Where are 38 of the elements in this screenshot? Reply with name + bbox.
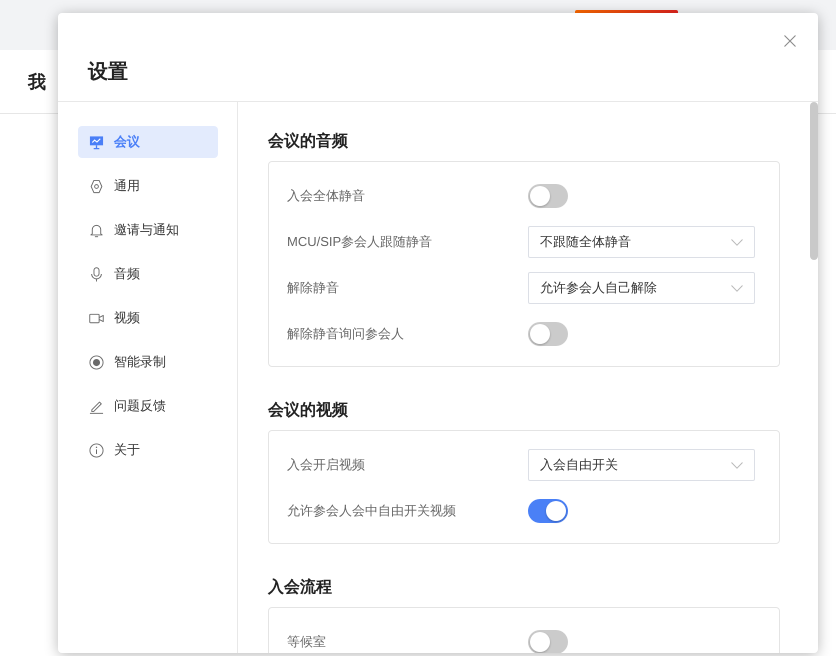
toggle-switch[interactable] [528,499,568,523]
toggle-switch[interactable] [528,322,568,346]
sidebar-item[interactable]: 视频 [78,302,218,334]
chevron-down-icon [731,284,743,292]
setting-label: 等候室 [287,633,327,651]
sidebar-item[interactable]: 智能录制 [78,346,218,378]
chevron-down-icon [731,462,743,468]
sidebar-item[interactable]: 通用 [78,170,218,202]
section-title: 会议的视频 [268,400,348,421]
gear-icon [89,178,104,194]
info-icon [89,442,104,458]
dropdown[interactable]: 入会自由开关 [528,449,755,481]
section-title: 入会流程 [268,577,332,598]
sidebar-item[interactable]: 关于 [78,434,218,466]
scrollbar-thumb[interactable] [810,102,818,260]
bell-icon [89,222,104,238]
dialog-title: 设置 [88,60,128,84]
page-heading: 我 [28,71,46,93]
dot-circle-icon [89,354,104,370]
sidebar-item[interactable]: 邀请与通知 [78,214,218,246]
dropdown[interactable]: 允许参会人自己解除 [528,272,755,304]
pencil-icon [89,398,104,414]
setting-label: MCU/SIP参会人跟随静音 [287,233,434,251]
setting-label: 允许参会人会中自由开关视频 [287,502,457,520]
section-title: 会议的音频 [268,131,348,152]
sidebar-item[interactable]: 问题反馈 [78,390,218,422]
close-icon [784,35,796,47]
dropdown[interactable]: 不跟随全体静音 [528,226,755,258]
setting-label: 解除静音询问参会人 [287,325,405,343]
presentation-icon [89,134,104,150]
setting-label: 入会全体静音 [287,187,366,205]
microphone-icon [89,266,104,282]
chevron-down-icon [731,238,743,246]
sidebar-item[interactable]: 音频 [78,258,218,290]
setting-label: 入会开启视频 [287,456,366,474]
toggle-switch[interactable] [528,630,568,653]
toggle-switch[interactable] [528,184,568,208]
setting-label: 解除静音 [287,279,340,297]
